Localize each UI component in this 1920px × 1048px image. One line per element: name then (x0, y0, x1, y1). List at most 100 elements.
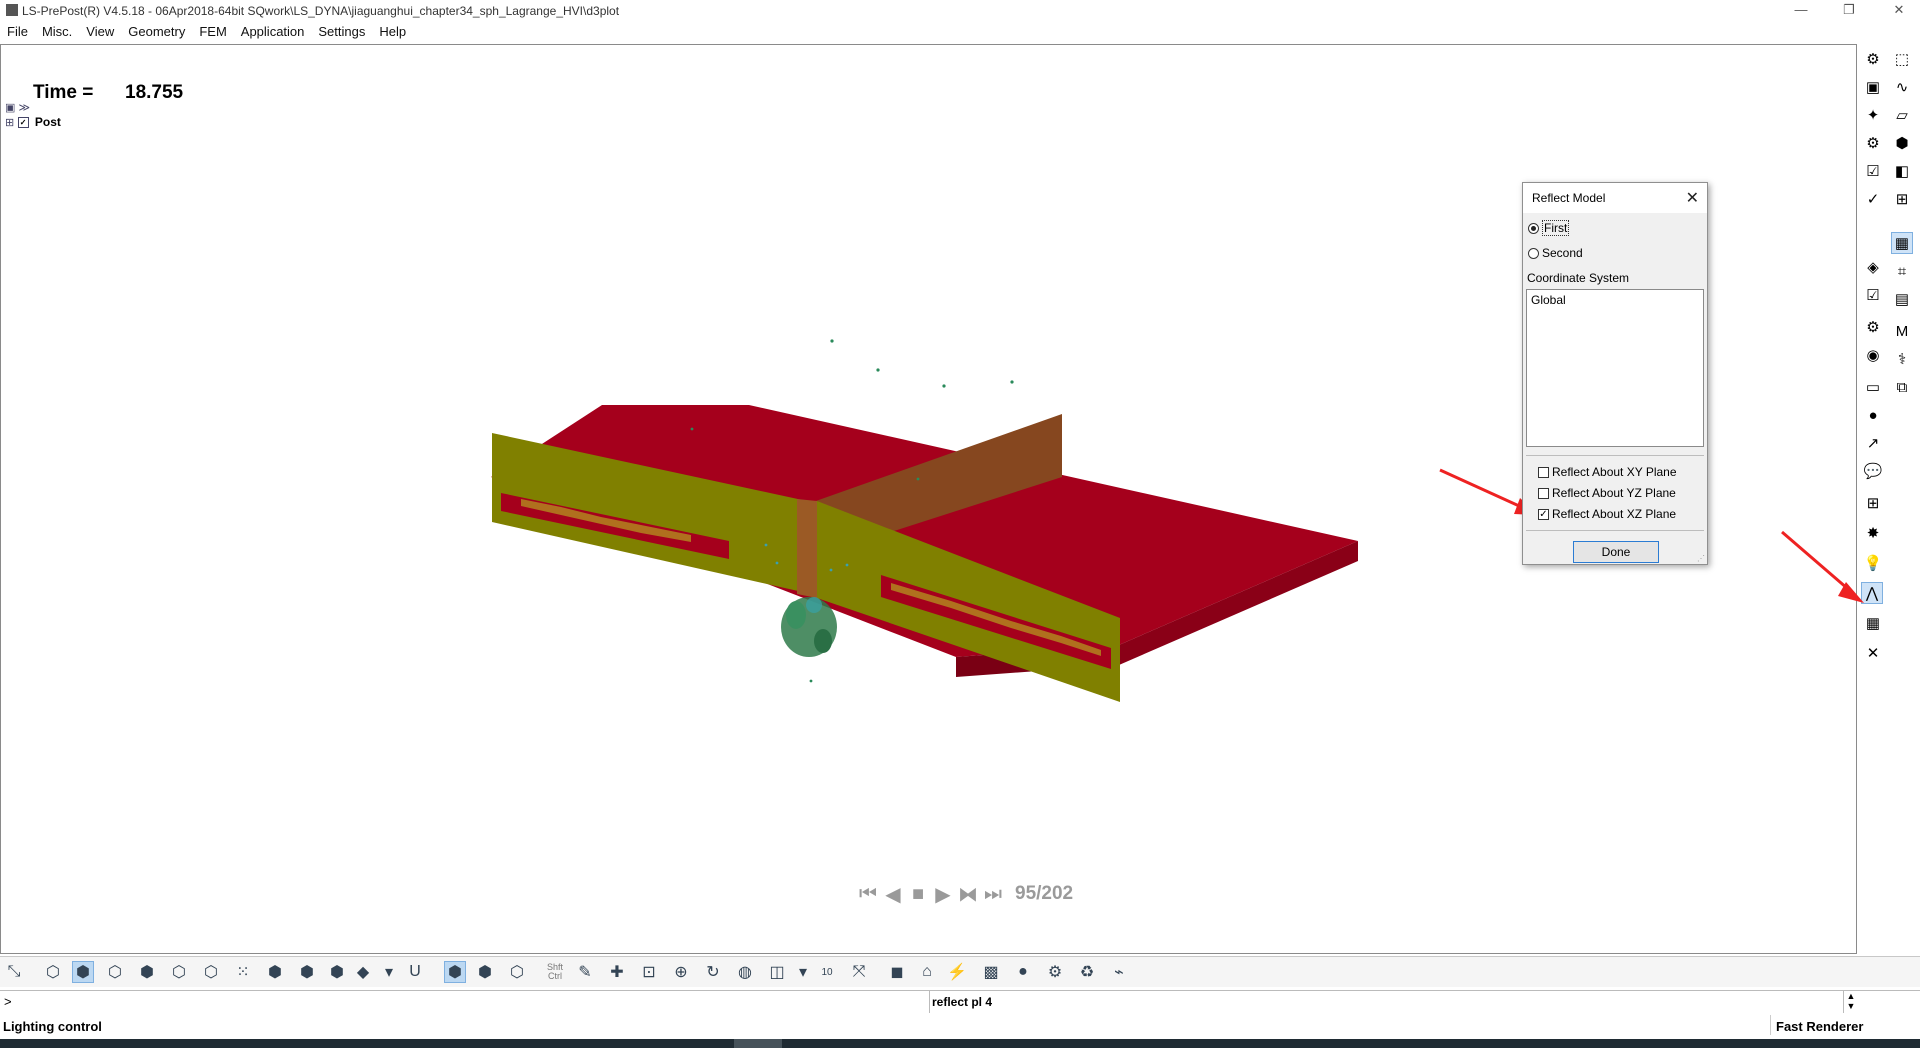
fringe-display-icon[interactable]: ◆ (352, 961, 374, 983)
renumber-icon[interactable]: ✓ (1862, 188, 1884, 210)
step-icon[interactable]: ⧓ (957, 883, 979, 906)
check-icon[interactable]: ☑ (1862, 160, 1884, 182)
dropdown-arrow-icon[interactable]: ▾ (378, 961, 400, 983)
color-icon[interactable]: ● (1862, 404, 1884, 426)
window-icon[interactable]: ▭ (1862, 376, 1884, 398)
iso-view-icon[interactable]: ⬡ (506, 961, 528, 983)
reflect-xy-box[interactable] (1538, 466, 1549, 478)
element-display-icon[interactable]: ⬢ (326, 961, 348, 983)
pick-icon[interactable]: ✎ (574, 961, 596, 983)
menu-misc[interactable]: Misc. (35, 22, 79, 42)
comment-icon[interactable]: 💬 (1862, 460, 1884, 482)
reflect-xz-box[interactable]: ✓ (1538, 508, 1549, 520)
resize-grip-icon[interactable]: ⋰ (1697, 554, 1705, 563)
stop-icon[interactable]: ■ (907, 883, 929, 905)
menu-fem[interactable]: FEM (192, 22, 233, 42)
hidden-line-icon[interactable]: ⬡ (104, 961, 126, 983)
close-button[interactable]: ✕ (1884, 2, 1914, 18)
sel-part-icon[interactable]: ▣ (1862, 76, 1884, 98)
restore-button[interactable]: ❐ (1834, 2, 1864, 18)
view-dropdown-icon[interactable]: ▾ (792, 961, 814, 983)
model-part-icon[interactable]: ⚙ (1862, 48, 1884, 70)
fringe-icon[interactable]: ▦ (1862, 612, 1884, 634)
menu-help[interactable]: Help (372, 22, 413, 42)
rotate-icon[interactable]: ↻ (702, 961, 724, 983)
ms-icon[interactable]: M (1891, 320, 1913, 342)
curve-icon[interactable]: ∿ (1891, 76, 1913, 98)
reflect-xy-checkbox[interactable]: Reflect About XY Plane (1538, 465, 1677, 479)
feature-line-icon[interactable]: ⬡ (168, 961, 190, 983)
grid-mesh-icon[interactable]: ⬢ (296, 961, 318, 983)
gear-group-icon[interactable]: ⚙ (1044, 961, 1066, 983)
grid-icon[interactable]: ⌗ (1891, 260, 1913, 282)
subset-icon[interactable]: ✦ (1862, 104, 1884, 126)
menu-file[interactable]: File (0, 22, 35, 42)
done-button[interactable]: Done (1573, 541, 1659, 563)
coord-item-global[interactable]: Global (1531, 293, 1699, 307)
grid-solid-icon[interactable]: ⬢ (264, 961, 286, 983)
edge-icon[interactable]: ⬡ (200, 961, 222, 983)
first-frame-icon[interactable]: ⏮ (857, 883, 879, 905)
element-tools-icon[interactable]: ▤ (1891, 288, 1913, 310)
plot-icon[interactable]: ⌁ (1108, 961, 1130, 983)
checker-icon[interactable]: ▩ (980, 961, 1002, 983)
create-entity-icon[interactable]: ⬚ (1891, 48, 1913, 70)
reflect-icon[interactable]: ⋀ (1861, 582, 1883, 604)
list-check-icon[interactable]: ☑ (1862, 284, 1884, 306)
points-icon[interactable]: ⁙ (232, 961, 254, 983)
stethoscope-icon[interactable]: ⚕ (1891, 348, 1913, 370)
wireframe-icon[interactable]: ⬡ (42, 961, 64, 983)
command-spin-icon[interactable]: ▲ ▼ (1843, 991, 1858, 1013)
reflect-yz-checkbox[interactable]: Reflect About YZ Plane (1538, 486, 1676, 500)
menu-view[interactable]: View (79, 22, 121, 42)
select-arrow-icon[interactable]: ↗ (1862, 432, 1884, 454)
add-node-icon[interactable]: ✚ (606, 961, 628, 983)
home-icon[interactable]: ⌂ (916, 961, 938, 983)
menu-settings[interactable]: Settings (311, 22, 372, 42)
command-history[interactable]: reflect pl 4 (932, 995, 992, 1009)
menu-geometry[interactable]: Geometry (121, 22, 192, 42)
recycle-icon[interactable]: ♻ (1076, 961, 1098, 983)
reflect-yz-box[interactable] (1538, 487, 1549, 499)
coordinate-system-list[interactable]: Global (1526, 289, 1704, 447)
light-icon[interactable]: 💡 (1862, 552, 1884, 574)
mesh-lines-icon[interactable]: ⬢ (136, 961, 158, 983)
settings-icon[interactable]: ⚙ (1862, 132, 1884, 154)
trace-icon[interactable]: ✕ (1862, 642, 1884, 664)
explode-icon[interactable]: ✸ (1862, 522, 1884, 544)
zoom-icon[interactable]: ⊕ (670, 961, 692, 983)
lightning-icon[interactable]: ⚡ (946, 961, 968, 983)
block-icon[interactable]: ◧ (1891, 160, 1913, 182)
minimize-button[interactable]: — (1786, 2, 1816, 17)
radio-first-dot[interactable] (1528, 222, 1539, 234)
cube-view-icon[interactable]: ⬢ (444, 961, 466, 983)
taskbar-active-item[interactable] (734, 1039, 782, 1048)
globe-icon[interactable]: ◍ (734, 961, 756, 983)
play-backward-icon[interactable]: ◀ (882, 883, 904, 906)
layers-icon[interactable]: ◈ (1862, 256, 1884, 278)
axes-icon[interactable]: ⤧ (848, 961, 870, 983)
radio-second-dot[interactable] (1528, 247, 1539, 259)
mesh-icon[interactable]: ⊞ (1891, 188, 1913, 210)
cube-icon[interactable]: ◼ (886, 961, 908, 983)
shaded-icon[interactable]: ⬢ (72, 961, 94, 983)
reset-view-icon[interactable]: ⤡ (3, 961, 25, 983)
box-view-icon[interactable]: ◫ (766, 961, 788, 983)
element-edit-icon[interactable]: ▦ (1891, 232, 1913, 254)
zoom-box-icon[interactable]: ⊡ (638, 961, 660, 983)
radio-first[interactable]: First (1528, 220, 1570, 236)
last-frame-icon[interactable]: ⏭ (982, 883, 1004, 905)
split-view-icon[interactable]: ⊞ (1862, 492, 1884, 514)
u-label[interactable]: U (404, 961, 426, 983)
radio-second[interactable]: Second (1528, 246, 1583, 260)
solid-view-icon[interactable]: ⬢ (474, 961, 496, 983)
play-icon[interactable]: ● (1012, 961, 1034, 983)
solid-icon[interactable]: ⬢ (1891, 132, 1913, 154)
menu-application[interactable]: Application (234, 22, 312, 42)
dialog-close-icon[interactable]: ✕ (1686, 188, 1699, 208)
shift-ctrl-label[interactable]: Shft Ctrl (544, 961, 566, 983)
gears-icon[interactable]: ⚙ (1862, 316, 1884, 338)
play-forward-icon[interactable]: ▶ (932, 883, 954, 906)
disk-icon[interactable]: ◉ (1862, 344, 1884, 366)
number-label[interactable]: 10 (816, 961, 838, 983)
